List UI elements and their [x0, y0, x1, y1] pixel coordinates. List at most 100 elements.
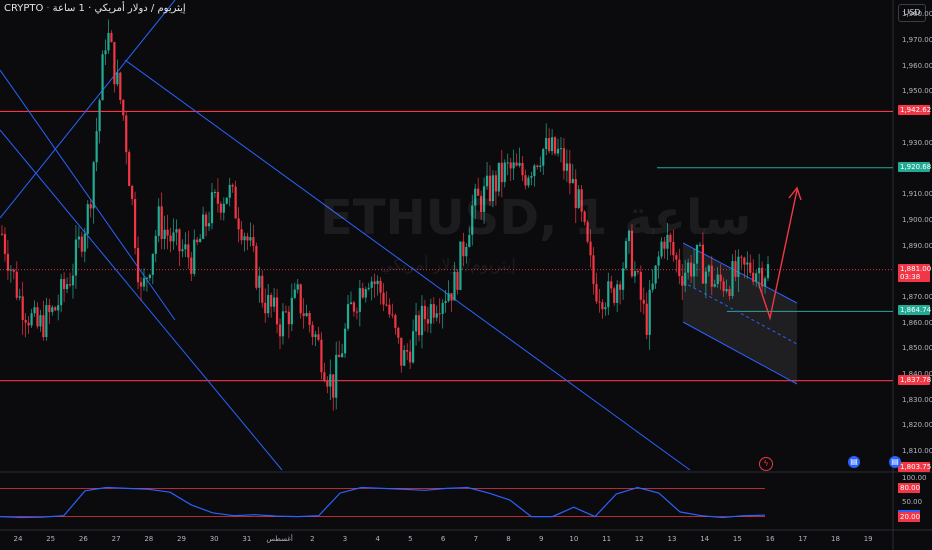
- candle-body: [376, 280, 379, 285]
- time-tick: 10: [569, 535, 579, 543]
- candle-body: [272, 297, 276, 307]
- candle-body: [264, 302, 267, 314]
- candle-body: [30, 313, 33, 326]
- candle-body: [65, 284, 69, 290]
- candle-body: [610, 281, 613, 289]
- candle-body: [60, 279, 63, 306]
- candle-body: [122, 99, 125, 116]
- candle-body: [553, 137, 557, 154]
- candle-body: [89, 204, 92, 209]
- candle-body: [367, 287, 370, 290]
- trend-line: [0, 69, 176, 321]
- candle-body: [400, 337, 403, 366]
- candle-body: [275, 297, 279, 325]
- candle-body: [110, 32, 113, 43]
- price-tag-countdown: 03:38: [900, 272, 921, 281]
- candle-body: [243, 236, 246, 241]
- candle-body: [204, 214, 208, 227]
- time-tick: 8: [506, 535, 511, 543]
- candle-body: [760, 267, 764, 287]
- indicator-tick: 100.00: [902, 474, 927, 482]
- candle-body: [349, 302, 353, 305]
- price-chart[interactable]: [0, 0, 932, 550]
- price-tick: 1,830.00: [902, 395, 932, 404]
- candle-body: [237, 218, 240, 230]
- candle-body: [684, 272, 687, 286]
- candle-body: [190, 257, 193, 274]
- candle-body: [725, 289, 728, 292]
- candle-body: [187, 244, 190, 258]
- price-tag: 1,881.00 03:38: [898, 263, 931, 282]
- indicator-line: [0, 486, 766, 519]
- candle-body: [707, 265, 710, 272]
- price-tag-value: 1,942.62: [900, 106, 932, 115]
- candle-body: [133, 199, 137, 249]
- candle-body: [335, 354, 338, 398]
- indicator-pane: [0, 486, 766, 519]
- candle-body: [382, 292, 385, 305]
- candle-body: [128, 152, 131, 187]
- price-tag: 1,837.78: [898, 374, 931, 385]
- candle-body: [397, 327, 400, 338]
- candle-body: [83, 233, 86, 252]
- time-tick: 19: [863, 535, 873, 543]
- symbol-watermark: ETHUSD, 1 ساعة: [320, 190, 752, 246]
- candle-body: [258, 275, 261, 288]
- candle-body: [695, 244, 699, 264]
- candle-body: [210, 192, 214, 224]
- candle-body: [154, 235, 157, 254]
- candle-body: [740, 256, 743, 258]
- candle-body: [506, 162, 509, 164]
- candle-body: [385, 304, 388, 306]
- flag-icon[interactable]: ▤: [889, 456, 901, 468]
- time-tick: 2: [310, 535, 315, 543]
- candle-body: [57, 305, 60, 311]
- candle-body: [568, 163, 571, 184]
- candle-body: [619, 284, 622, 290]
- candle-body: [252, 237, 255, 246]
- candle-body: [657, 256, 660, 266]
- candle-body: [704, 271, 707, 284]
- candle-body: [645, 303, 648, 335]
- candle-body: [86, 204, 89, 234]
- candle-body: [101, 54, 104, 101]
- indicator-tick: 50.00: [902, 497, 923, 506]
- trend-line: [0, 0, 176, 219]
- candle-body: [148, 274, 151, 278]
- candle-body: [172, 232, 175, 242]
- candle-body: [24, 319, 27, 323]
- candle-body: [601, 302, 604, 310]
- price-tick: 1,810.00: [902, 447, 932, 456]
- lightning-icon[interactable]: ϟ: [759, 457, 773, 471]
- price-tick: 1,900.00: [902, 215, 932, 224]
- candle-body: [450, 293, 453, 301]
- candle-body: [485, 175, 489, 187]
- time-tick: 28: [144, 535, 154, 543]
- candle-body: [456, 271, 459, 290]
- time-tick: 4: [375, 535, 380, 543]
- time-tick: 26: [78, 535, 88, 543]
- flag-icon[interactable]: ▤: [848, 456, 860, 468]
- time-tick: 29: [177, 535, 186, 543]
- candle-body: [651, 283, 654, 290]
- price-tag-value: 1,864.74: [900, 306, 932, 315]
- candle-body: [12, 269, 15, 272]
- candle-body: [213, 191, 217, 193]
- candle-body: [409, 351, 412, 363]
- candle-body: [6, 253, 10, 271]
- price-tick: 1,860.00: [902, 318, 932, 327]
- price-tick: 1,910.00: [902, 190, 932, 199]
- candle-body: [710, 265, 713, 287]
- candle-body: [411, 331, 415, 363]
- channel-box: [683, 243, 797, 384]
- price-tick: 1,850.00: [902, 344, 932, 353]
- candle-body: [752, 272, 755, 282]
- price-tick: 1,930.00: [902, 138, 932, 147]
- candle-body: [734, 261, 737, 277]
- candle-body: [54, 307, 57, 311]
- time-tick: 11: [602, 535, 612, 543]
- candle-body: [403, 350, 406, 366]
- candle-body: [648, 289, 651, 335]
- candle-body: [426, 319, 429, 324]
- candle-body: [320, 339, 323, 373]
